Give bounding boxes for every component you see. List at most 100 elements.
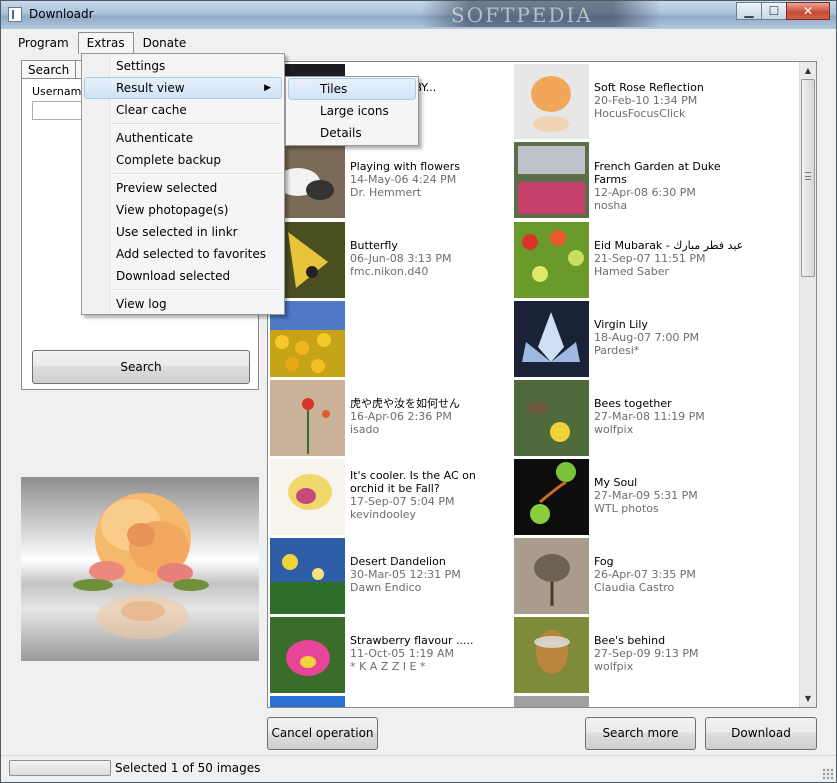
tile-user: isado bbox=[350, 423, 380, 436]
close-button[interactable]: ✕ bbox=[786, 2, 830, 20]
result-tile[interactable]: My Soul 27-Mar-09 5:31 PM WTL photos bbox=[512, 457, 752, 534]
tile-date: 27-Sep-09 9:13 PM bbox=[594, 647, 699, 660]
scroll-up-icon[interactable]: ▲ bbox=[800, 62, 816, 79]
watermark-logo: SOFTPEDIA bbox=[421, 1, 661, 27]
title-bar[interactable]: Downloadr SOFTPEDIA ▁ ☐ ✕ bbox=[1, 1, 836, 29]
tile-date: 26-Apr-07 3:35 PM bbox=[594, 568, 696, 581]
tile-title: Butterfly bbox=[350, 239, 398, 252]
tile-date: 27-Mar-08 11:19 PM bbox=[594, 410, 705, 423]
image-preview bbox=[21, 477, 259, 661]
extras-menu: Settings Result view ▶ Clear cache Authen… bbox=[81, 53, 285, 315]
menu-item-use-in-linkr[interactable]: Use selected in linkr bbox=[82, 221, 284, 243]
menu-item-clear-cache[interactable]: Clear cache bbox=[82, 99, 284, 121]
resize-grip-icon[interactable] bbox=[822, 768, 834, 780]
tile-date: 30-Mar-05 12:31 PM bbox=[350, 568, 461, 581]
tile-title: Fog bbox=[594, 555, 614, 568]
tile-title: Virgin Lily bbox=[594, 318, 648, 331]
menu-item-download-selected[interactable]: Download selected bbox=[82, 265, 284, 287]
result-tile[interactable]: Butterfly 06-Jun-08 3:13 PM fmc.nikon.d4… bbox=[268, 220, 508, 297]
results-list[interactable]: ...AS GONE BY... ...PM Playing with flow… bbox=[267, 61, 817, 708]
result-tile[interactable]: It's cooler. Is the AC on orchid it be F… bbox=[268, 457, 508, 534]
result-tile[interactable]: 虎や虎や汝を如何せん 16-Apr-06 2:36 PM isado bbox=[268, 378, 508, 455]
tile-date: 16-Apr-06 2:36 PM bbox=[350, 410, 452, 423]
tile-user: Dawn Endico bbox=[350, 581, 422, 594]
search-button[interactable]: Search bbox=[32, 350, 250, 384]
tile-title: 虎や虎や汝を如何せん bbox=[350, 397, 460, 410]
app-window: Downloadr SOFTPEDIA ▁ ☐ ✕ Program Extras… bbox=[0, 0, 837, 783]
menu-item-authenticate[interactable]: Authenticate bbox=[82, 127, 284, 149]
tab-search[interactable]: Search bbox=[21, 60, 77, 79]
result-tile[interactable]: Playing with flowers 14-May-06 4:24 PM D… bbox=[268, 141, 508, 218]
tile-title: Playing with flowers bbox=[350, 160, 460, 173]
minimize-icon: ▁ bbox=[744, 4, 754, 18]
status-bar: Selected 1 of 50 images bbox=[1, 755, 836, 782]
result-tile[interactable]: Virgin Lily 18-Aug-07 7:00 PM Pardesi* bbox=[512, 299, 752, 376]
scroll-thumb[interactable] bbox=[801, 79, 815, 277]
menu-item-tiles[interactable]: Tiles bbox=[288, 78, 416, 100]
tile-title: It's cooler. Is the AC on orchid it be F… bbox=[350, 469, 476, 495]
tile-user: WTL photos bbox=[594, 502, 659, 515]
submenu-arrow-icon: ▶ bbox=[264, 83, 271, 93]
tile-user: wolfpix bbox=[594, 423, 634, 436]
menu-item-details[interactable]: Details bbox=[286, 122, 418, 144]
menu-donate[interactable]: Donate bbox=[134, 32, 196, 54]
tile-date: 17-Sep-07 5:04 PM bbox=[350, 495, 455, 508]
status-text: Selected 1 of 50 images bbox=[115, 761, 261, 775]
menu-item-complete-backup[interactable]: Complete backup bbox=[82, 149, 284, 171]
tile-user: Hamed Saber bbox=[594, 265, 669, 278]
result-tile[interactable]: Strawberry flavour ..... 11-Oct-05 1:19 … bbox=[268, 615, 508, 692]
menu-item-settings[interactable]: Settings bbox=[82, 55, 284, 77]
result-tile[interactable]: Desert Dandelion 30-Mar-05 12:31 PM Dawn… bbox=[268, 536, 508, 613]
menu-extras[interactable]: Extras bbox=[77, 32, 134, 54]
grip-icon bbox=[805, 172, 811, 180]
window-title: Downloadr bbox=[29, 7, 94, 21]
result-tile[interactable]: Bee's behind 27-Sep-09 9:13 PM wolfpix bbox=[512, 615, 752, 692]
tile-date: 27-Mar-09 5:31 PM bbox=[594, 489, 698, 502]
menu-item-add-to-favorites[interactable]: Add selected to favorites bbox=[82, 243, 284, 265]
tile-user: * K A Z Z I E * bbox=[350, 660, 426, 673]
minimize-button[interactable]: ▁ bbox=[736, 2, 762, 20]
tile-title: Strawberry flavour ..... bbox=[350, 634, 474, 647]
result-tile[interactable]: Eid Mubarak - عيد فطر مبارك 21-Sep-07 11… bbox=[512, 220, 752, 297]
tile-user: Claudia Castro bbox=[594, 581, 675, 594]
result-tile[interactable]: Soft Rose Reflection 20-Feb-10 1:34 PM H… bbox=[512, 62, 752, 139]
result-tile[interactable]: French Garden at Duke Farms 12-Apr-08 6:… bbox=[512, 141, 752, 218]
tile-title: Bees together bbox=[594, 397, 672, 410]
tile-date: 21-Sep-07 11:51 PM bbox=[594, 252, 706, 265]
result-view-submenu: Tiles Large icons Details bbox=[285, 76, 419, 146]
tile-user: Pardesi* bbox=[594, 344, 640, 357]
menu-bar: Program Extras Donate bbox=[9, 32, 195, 54]
username-label: Username bbox=[32, 85, 89, 98]
tile-date: 18-Aug-07 7:00 PM bbox=[594, 331, 699, 344]
menu-item-result-view[interactable]: Result view ▶ bbox=[84, 77, 282, 99]
tile-title: Eid Mubarak - عيد فطر مبارك bbox=[594, 239, 744, 252]
maximize-button[interactable]: ☐ bbox=[761, 2, 787, 20]
menu-item-large-icons[interactable]: Large icons bbox=[286, 100, 418, 122]
app-icon bbox=[8, 7, 22, 22]
tile-user: wolfpix bbox=[594, 660, 634, 673]
progress-bar bbox=[9, 760, 111, 776]
result-tile[interactable] bbox=[268, 299, 508, 376]
menu-item-view-photopage[interactable]: View photopage(s) bbox=[82, 199, 284, 221]
search-more-button[interactable]: Search more bbox=[585, 717, 696, 750]
menu-program[interactable]: Program bbox=[9, 32, 78, 54]
download-selected-button[interactable]: Download selected bbox=[705, 717, 817, 771]
cancel-operation-button[interactable]: Cancel operation bbox=[267, 717, 378, 750]
tile-date: 20-Feb-10 1:34 PM bbox=[594, 94, 698, 107]
rose-preview-image bbox=[73, 493, 209, 639]
tile-user: HocusFocusClick bbox=[594, 107, 686, 120]
tile-title: Bee's behind bbox=[594, 634, 666, 647]
tile-title: Soft Rose Reflection bbox=[594, 81, 704, 94]
result-tile[interactable]: Bees together 27-Mar-08 11:19 PM wolfpix bbox=[512, 378, 752, 455]
tile-title: Desert Dandelion bbox=[350, 555, 446, 568]
tile-date: 06-Jun-08 3:13 PM bbox=[350, 252, 452, 265]
results-scrollbar[interactable]: ▲ ▼ bbox=[799, 62, 816, 707]
scroll-down-icon[interactable]: ▼ bbox=[800, 690, 816, 707]
menu-item-preview-selected[interactable]: Preview selected bbox=[82, 177, 284, 199]
tile-user: fmc.nikon.d40 bbox=[350, 265, 429, 278]
tile-user: nosha bbox=[594, 199, 628, 212]
menu-item-view-log[interactable]: View log bbox=[82, 293, 284, 315]
tile-date: 11-Oct-05 1:19 AM bbox=[350, 647, 454, 660]
result-tile[interactable]: Fog 26-Apr-07 3:35 PM Claudia Castro bbox=[512, 536, 752, 613]
close-icon: ✕ bbox=[802, 4, 814, 18]
